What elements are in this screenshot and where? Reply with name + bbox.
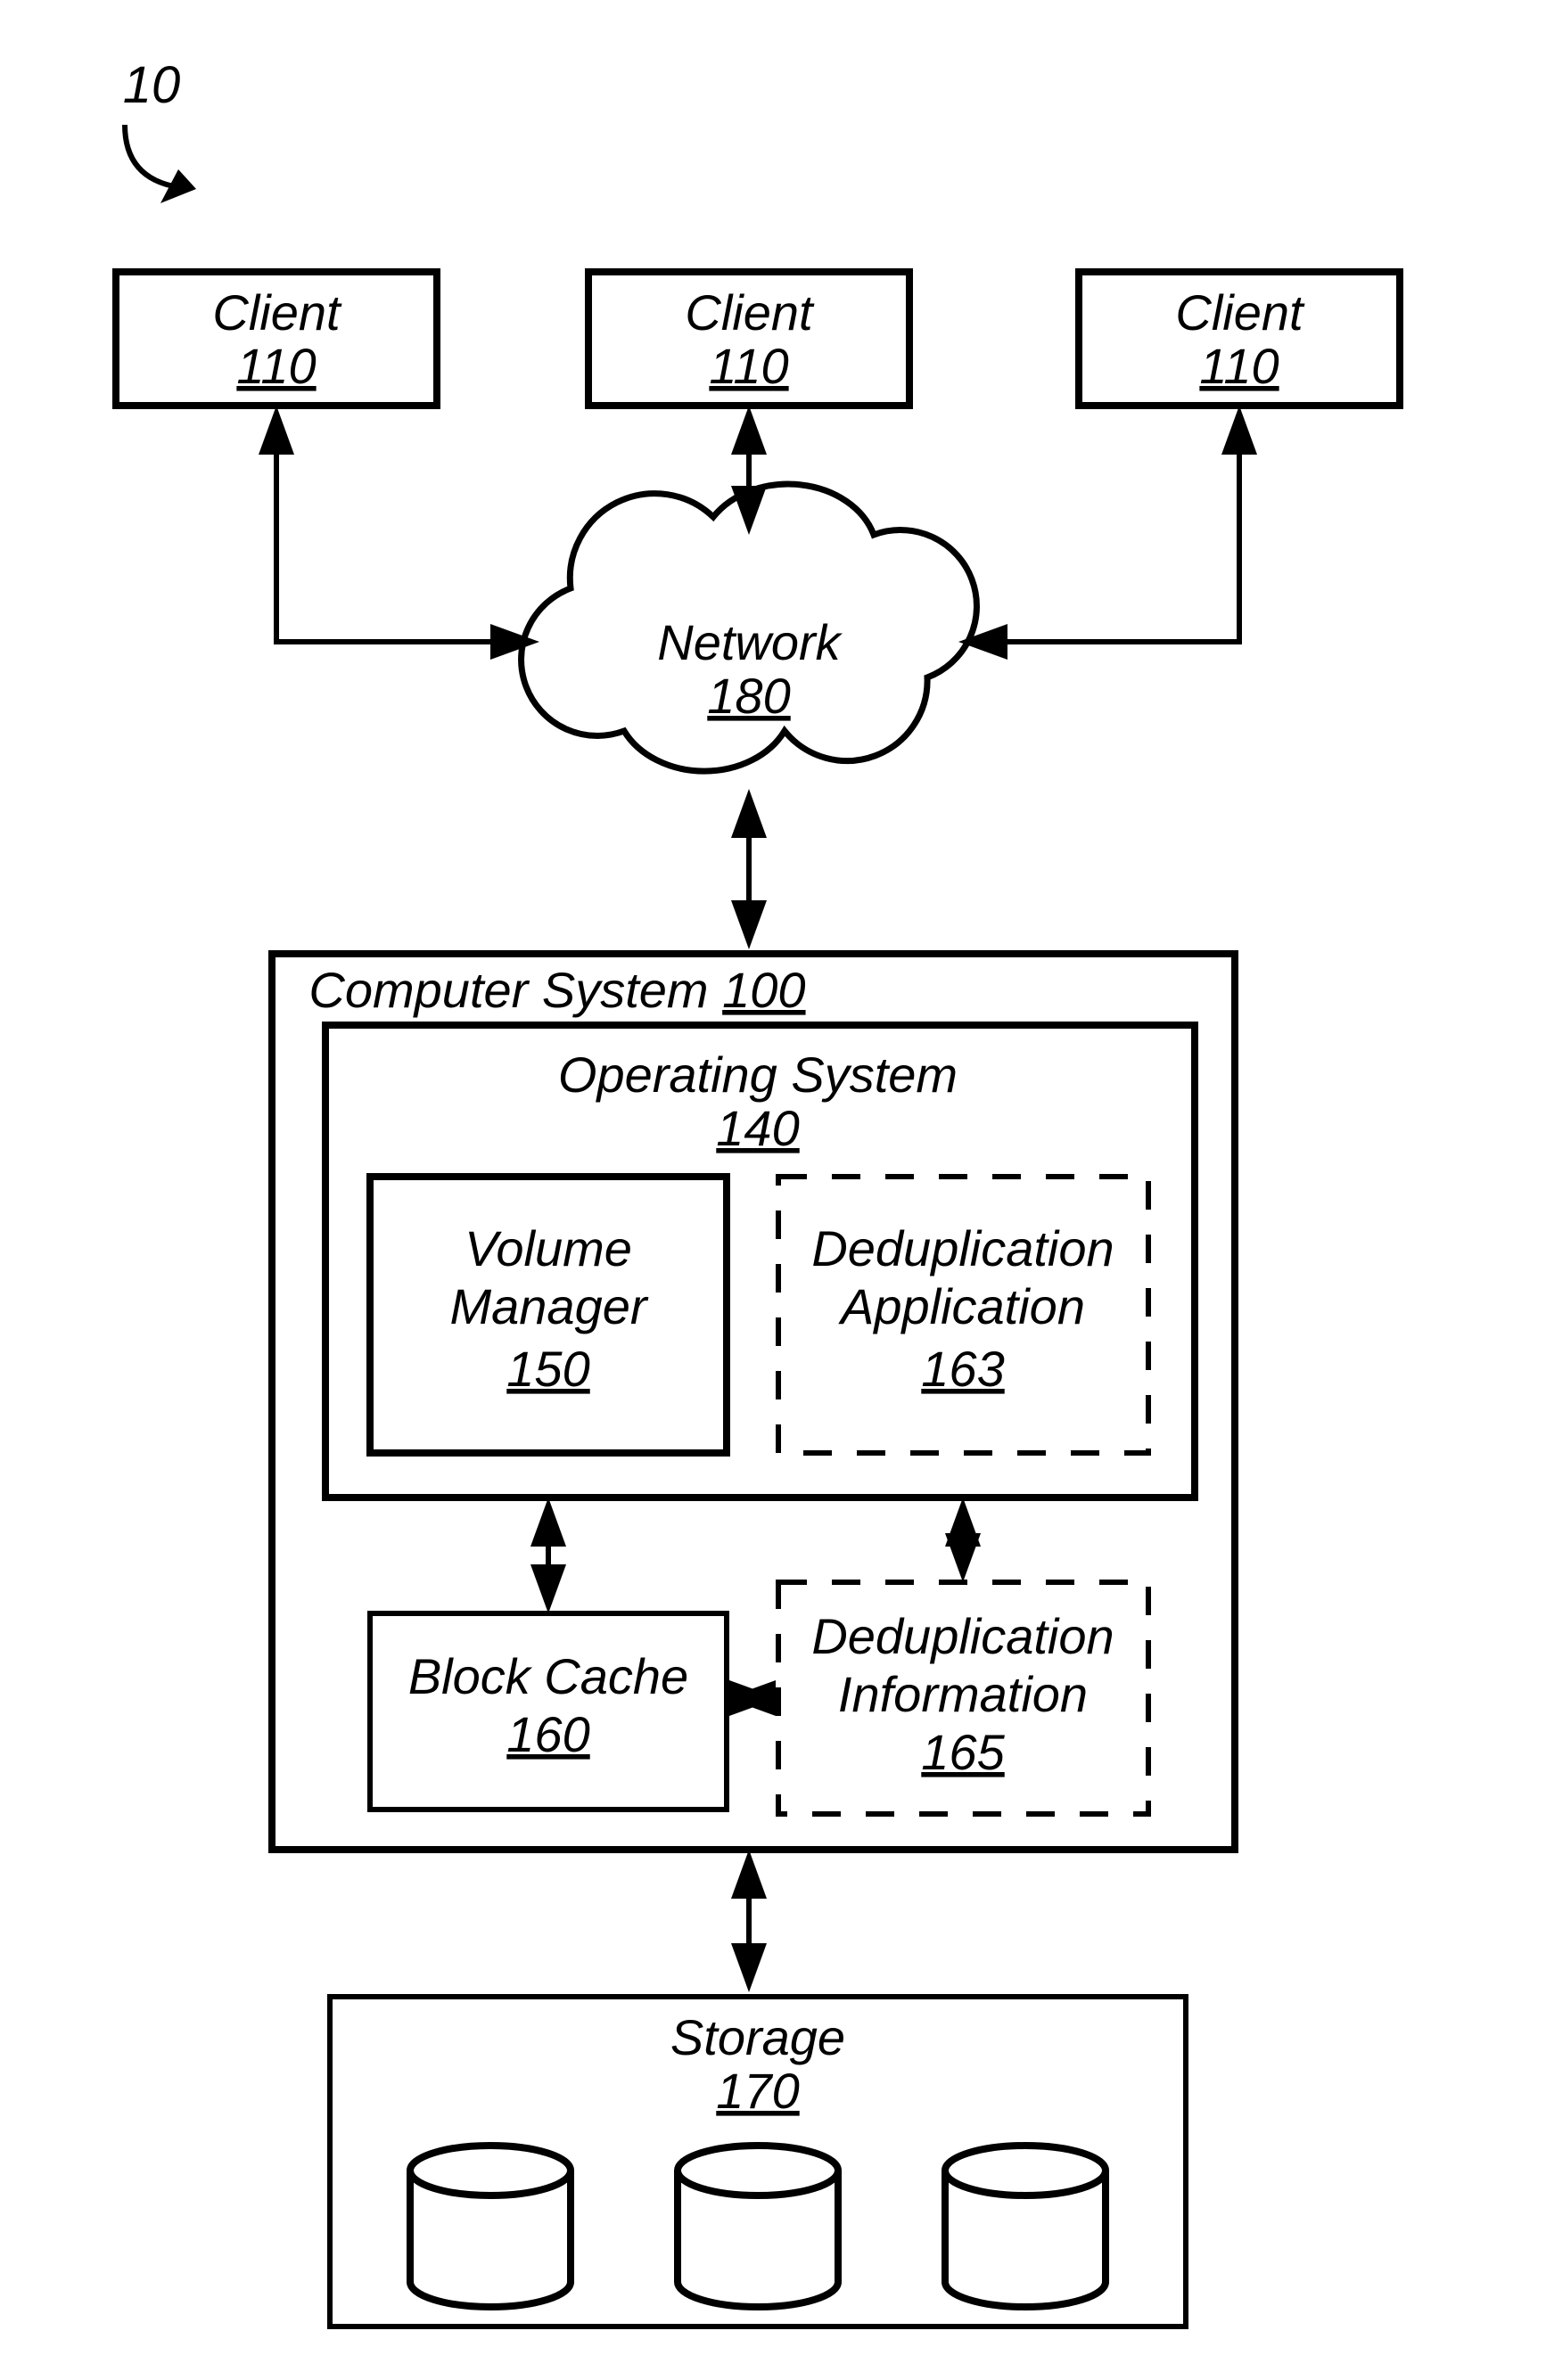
storage-disk-2 <box>678 2146 838 2307</box>
svg-text:Information: Information <box>838 1666 1088 1722</box>
svg-text:Manager: Manager <box>449 1278 648 1334</box>
svg-text:140: 140 <box>716 1100 799 1156</box>
conn-os-dinfo <box>945 1498 981 1582</box>
dedup-info-box: Deduplication Information 165 <box>778 1582 1148 1814</box>
svg-text:Volume: Volume <box>465 1220 632 1276</box>
svg-text:170: 170 <box>716 2063 799 2119</box>
volume-manager-box: Volume Manager 150 <box>370 1177 727 1453</box>
svg-text:Client: Client <box>1175 284 1305 341</box>
svg-text:110: 110 <box>236 338 316 394</box>
figure-label: 10 <box>123 56 181 114</box>
conn-client3-network <box>958 406 1257 660</box>
conn-network-cs <box>731 789 767 949</box>
svg-text:110: 110 <box>709 338 788 394</box>
dedup-app-box: Deduplication Application 163 <box>778 1177 1148 1453</box>
svg-text:180: 180 <box>707 668 790 724</box>
svg-text:Client: Client <box>212 284 342 341</box>
storage-disk-3 <box>945 2146 1106 2307</box>
svg-text:Client: Client <box>685 284 815 341</box>
block-cache-box: Block Cache 160 <box>370 1613 727 1810</box>
conn-cs-storage <box>731 1850 767 1992</box>
client-box-1: Client 110 <box>116 272 437 406</box>
figure-arrow-curve <box>125 125 178 187</box>
conn-bc-dinfo <box>727 1680 778 1716</box>
conn-client1-network <box>259 406 539 660</box>
client-box-3: Client 110 <box>1079 272 1400 406</box>
svg-text:165: 165 <box>921 1724 1005 1780</box>
svg-text:Application: Application <box>838 1278 1085 1334</box>
svg-text:Deduplication: Deduplication <box>811 1220 1114 1276</box>
conn-os-bc <box>530 1498 566 1613</box>
svg-text:Storage: Storage <box>670 2009 845 2065</box>
svg-text:Deduplication: Deduplication <box>811 1608 1114 1664</box>
svg-text:160: 160 <box>506 1706 589 1762</box>
svg-text:Block Cache: Block Cache <box>408 1648 688 1704</box>
svg-text:110: 110 <box>1199 338 1279 394</box>
svg-text:163: 163 <box>921 1341 1004 1397</box>
svg-text:Network: Network <box>657 614 843 670</box>
svg-text:Operating System: Operating System <box>558 1046 958 1103</box>
storage-disk-1 <box>410 2146 571 2307</box>
client-box-2: Client 110 <box>588 272 909 406</box>
svg-text:150: 150 <box>506 1341 589 1397</box>
svg-text:Computer System 100: Computer System 100 <box>308 962 805 1018</box>
